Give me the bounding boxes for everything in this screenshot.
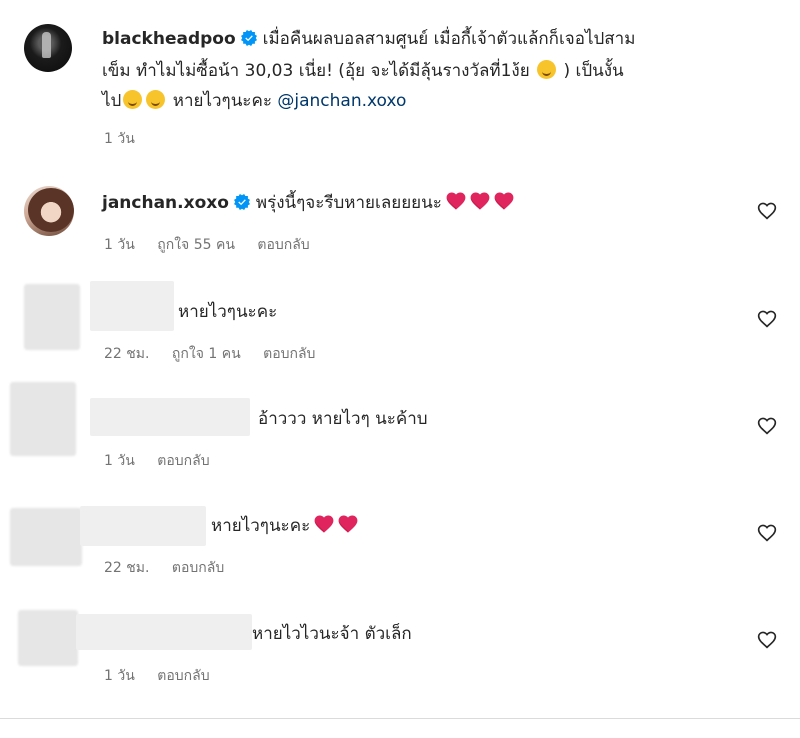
reply-button[interactable]: ตอบกลับ: [263, 346, 315, 362]
username-blurred[interactable]: [90, 398, 250, 436]
red-heart-emoji: [314, 515, 334, 533]
comment-text: พรุ่งนี้ๆจะรีบหายเลยยยนะ: [255, 193, 442, 213]
post-caption-line-1: blackheadpoo เมื่อคืนผลบอลสามศูนย์ เมื่อก…: [102, 26, 635, 52]
avatar-janchan[interactable]: [24, 186, 74, 236]
avatar-blurred[interactable]: [24, 284, 80, 350]
post-caption-text-2a: เข็ม ทำไมไม่ซื้อน้า 30,03 เนี่ย! (อุ้ย จ…: [102, 61, 530, 81]
comment-1: janchan.xoxo พรุ่งนี้ๆจะรีบหายเลยยยนะ: [102, 190, 514, 216]
heart-outline-icon[interactable]: [757, 202, 777, 220]
comment-text: หายไวๆนะคะ: [211, 516, 311, 536]
post-caption-text-2b: ) เป็นงั้น: [563, 61, 624, 81]
heart-outline-icon[interactable]: [757, 631, 777, 649]
post-meta: 1 วัน: [104, 128, 153, 150]
comment-likes-count[interactable]: ถูกใจ 1 คน: [172, 346, 241, 362]
post-username[interactable]: blackheadpoo: [102, 29, 236, 49]
avatar-blurred[interactable]: [18, 610, 78, 666]
red-heart-emoji: [470, 192, 490, 210]
post-caption-text-3b: หายไวๆนะคะ: [172, 91, 272, 111]
comment-time: 1 วัน: [104, 453, 135, 469]
reply-button[interactable]: ตอบกลับ: [157, 453, 209, 469]
comment-time: 22 ชม.: [104, 560, 150, 576]
comment-time: 1 วัน: [104, 237, 135, 253]
comment-3: อ้าววว หายไวๆ นะค้าบ: [258, 406, 428, 432]
comment-2-meta: 22 ชม. ถูกใจ 1 คน ตอบกลับ: [104, 343, 333, 365]
username-blurred[interactable]: [90, 281, 174, 331]
rofl-emoji: [146, 90, 166, 109]
reply-button[interactable]: ตอบกลับ: [257, 237, 309, 253]
comment-username[interactable]: janchan.xoxo: [102, 193, 229, 213]
section-divider: [0, 718, 800, 719]
comment-5-meta: 1 วัน ตอบกลับ: [104, 665, 228, 687]
post-caption-text-3a: ไป: [102, 91, 122, 111]
username-blurred[interactable]: [76, 614, 252, 650]
comment-text: หายไวไวนะจ้า ตัวเล็ก: [252, 624, 412, 644]
post-caption-line-3: ไป หายไวๆนะคะ @janchan.xoxo: [102, 88, 406, 114]
comment-time: 1 วัน: [104, 668, 135, 684]
username-blurred[interactable]: [80, 506, 206, 546]
post-caption-line-2: เข็ม ทำไมไม่ซื้อน้า 30,03 เนี่ย! (อุ้ย จ…: [102, 58, 624, 84]
reply-button[interactable]: ตอบกลับ: [157, 668, 209, 684]
verified-badge-icon: [241, 30, 257, 46]
comment-2: หายไวๆนะคะ: [178, 299, 277, 325]
heart-outline-icon[interactable]: [757, 310, 777, 328]
comment-4: หายไวๆนะคะ: [211, 513, 358, 539]
avatar-blurred[interactable]: [10, 508, 82, 566]
comment-5: หายไวไวนะจ้า ตัวเล็ก: [252, 621, 412, 647]
post-time: 1 วัน: [104, 131, 135, 147]
comment-3-meta: 1 วัน ตอบกลับ: [104, 450, 228, 472]
heart-outline-icon[interactable]: [757, 524, 777, 542]
comment-text: หายไวๆนะคะ: [178, 302, 278, 322]
red-heart-emoji: [494, 192, 514, 210]
comment-likes-count[interactable]: ถูกใจ 55 คน: [157, 237, 235, 253]
comment-text: อ้าววว หายไวๆ นะค้าบ: [258, 409, 428, 429]
verified-badge-icon: [234, 194, 250, 210]
avatar-blurred[interactable]: [10, 382, 76, 456]
post-caption-text-1: เมื่อคืนผลบอลสามศูนย์ เมื่อกี้เจ้าตัวแล้…: [262, 29, 636, 49]
red-heart-emoji: [446, 192, 466, 210]
comment-1-meta: 1 วัน ถูกใจ 55 คน ตอบกลับ: [104, 234, 328, 256]
comment-4-meta: 22 ชม. ตอบกลับ: [104, 557, 242, 579]
sweat-smile-emoji: [537, 60, 557, 79]
rofl-emoji: [123, 90, 143, 109]
avatar-blackheadpoo[interactable]: [24, 24, 72, 72]
red-heart-emoji: [338, 515, 358, 533]
reply-button[interactable]: ตอบกลับ: [172, 560, 224, 576]
mention-link[interactable]: @janchan.xoxo: [277, 91, 406, 111]
comment-time: 22 ชม.: [104, 346, 150, 362]
heart-outline-icon[interactable]: [757, 417, 777, 435]
